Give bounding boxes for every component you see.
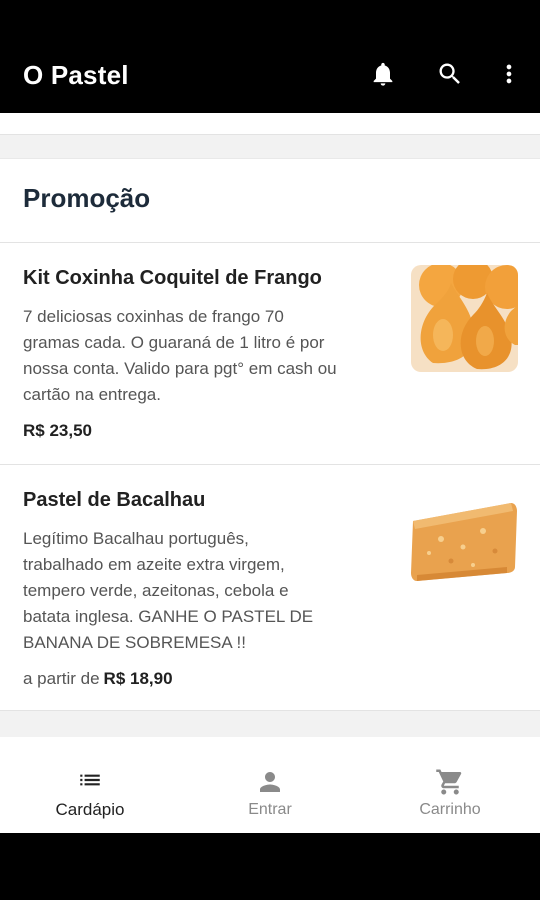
- item-price: a partir de R$ 18,90: [23, 669, 173, 689]
- list-icon: [80, 774, 100, 786]
- menu-content[interactable]: Promoção Kit Coxinha Coquitel de Frango …: [0, 113, 540, 737]
- item-image-pastel: [411, 487, 518, 594]
- item-image-coxinha: [411, 265, 518, 372]
- item-name: Pastel de Bacalhau: [23, 489, 206, 511]
- price-value: R$ 18,90: [103, 669, 173, 688]
- promo-section: Promoção Kit Coxinha Coquitel de Frango …: [0, 158, 540, 711]
- notifications-button[interactable]: [367, 58, 399, 90]
- app-title: O Pastel: [23, 60, 129, 90]
- app-bar: O Pastel: [0, 0, 540, 113]
- top-card-edge: [0, 113, 540, 135]
- nav-label: Entrar: [248, 801, 292, 818]
- search-button[interactable]: [434, 58, 466, 90]
- item-name: Kit Coxinha Coquitel de Frango: [23, 267, 322, 289]
- bottom-navigation: Cardápio Entrar Carrinho: [0, 737, 540, 833]
- price-prefix: a partir de: [23, 669, 100, 688]
- section-title: Promoção: [23, 183, 151, 213]
- item-price: R$ 23,50: [23, 421, 92, 440]
- app-screen: O Pastel Promoção Kit Coxinha Coquitel d…: [0, 0, 540, 900]
- system-nav-bar: [0, 833, 540, 900]
- nav-label: Carrinho: [419, 801, 481, 818]
- more-vert-icon: [506, 64, 512, 84]
- cart-icon: [436, 769, 462, 795]
- nav-label: Cardápio: [55, 800, 125, 819]
- more-options-button[interactable]: [493, 58, 525, 90]
- nav-entrar[interactable]: Entrar: [180, 737, 360, 833]
- item-description: 7 deliciosas coxinhas de frango 70 grama…: [23, 307, 337, 404]
- nav-cardapio[interactable]: Cardápio: [0, 737, 180, 833]
- item-description: Legítimo Bacalhau português, trabalhado …: [23, 529, 314, 652]
- menu-item[interactable]: Kit Coxinha Coquitel de Frango 7 delicio…: [0, 243, 540, 464]
- search-icon: [439, 63, 460, 84]
- bell-icon: [373, 62, 393, 86]
- person-icon: [260, 772, 280, 792]
- menu-item[interactable]: Pastel de Bacalhau Legítimo Bacalhau por…: [0, 465, 540, 712]
- nav-carrinho[interactable]: Carrinho: [360, 737, 540, 833]
